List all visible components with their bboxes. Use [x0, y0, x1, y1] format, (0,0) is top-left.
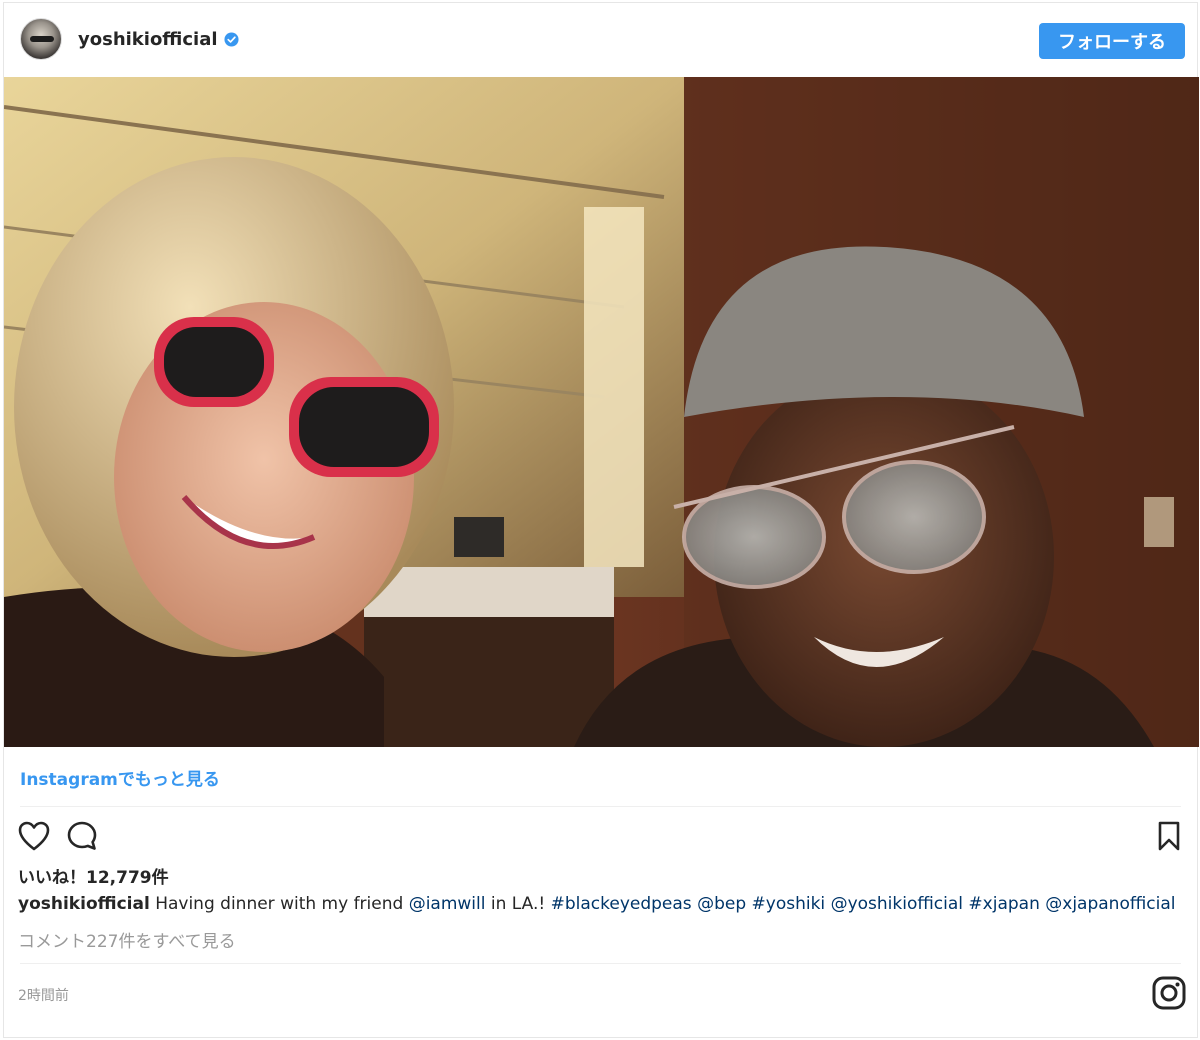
username[interactable]: yoshikiofficial — [78, 29, 218, 50]
post-header: yoshikiofficial フォローする — [4, 3, 1197, 77]
likes-count[interactable]: いいね！12,779件 — [18, 863, 169, 888]
post-photo[interactable] — [4, 77, 1199, 747]
post-timestamp: 2時間前 — [18, 988, 69, 1004]
caption-username[interactable]: yoshikiofficial — [18, 894, 150, 914]
instagram-embed-card: yoshikiofficial フォローする Instagramでもっと見る い… — [3, 2, 1199, 1038]
caption-text-segment: Having dinner with my friend — [149, 894, 409, 914]
caption-tag-link[interactable]: #blackeyedpeas — [551, 894, 692, 914]
caption-tag-link[interactable]: @yoshikiofficial — [831, 894, 963, 914]
caption-tag-link[interactable]: @xjapanofficial — [1045, 894, 1175, 914]
caption-text-segment: in LA.! — [485, 894, 551, 914]
action-bar — [4, 818, 1197, 858]
heart-icon[interactable] — [16, 818, 52, 854]
caption: yoshikiofficial Having dinner with my fr… — [18, 894, 1176, 914]
verified-badge-icon — [224, 32, 239, 47]
caption-tag-link[interactable]: @bep — [697, 894, 746, 914]
caption-tag-link[interactable]: #yoshiki — [752, 894, 826, 914]
username-container: yoshikiofficial — [78, 29, 239, 50]
avatar[interactable] — [20, 18, 62, 60]
divider — [20, 963, 1181, 964]
view-all-comments-link[interactable]: コメント227件をすべて見る — [18, 927, 236, 952]
follow-button[interactable]: フォローする — [1039, 23, 1185, 59]
view-more-on-instagram-link[interactable]: Instagramでもっと見る — [20, 765, 220, 790]
instagram-icon[interactable] — [1151, 975, 1187, 1011]
caption-tag-link[interactable]: @iamwill — [409, 894, 486, 914]
caption-text: Having dinner with my friend @iamwill in… — [149, 894, 1175, 914]
divider — [20, 806, 1181, 807]
caption-tag-link[interactable]: #xjapan — [968, 894, 1039, 914]
bookmark-icon[interactable] — [1151, 818, 1187, 854]
comment-bubble-icon[interactable] — [64, 818, 100, 854]
